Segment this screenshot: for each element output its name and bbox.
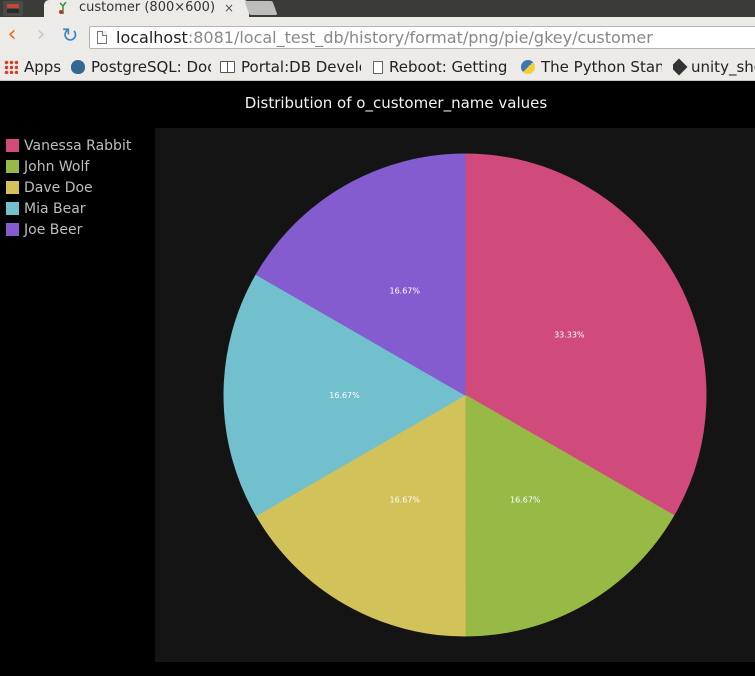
page-icon (373, 60, 383, 74)
forward-button[interactable]: › (30, 24, 52, 46)
bookmark-label: unity_sho (691, 58, 755, 76)
bookmark-unity[interactable]: unity_sho (673, 54, 755, 80)
bookmark-label: Reboot: Getting S (389, 58, 513, 76)
unity-icon (673, 58, 688, 76)
legend-label: Vanessa Rabbit (24, 137, 132, 154)
url-text: localhost:8081/local_test_db/history/for… (116, 28, 653, 47)
legend-item: John Wolf (6, 156, 131, 177)
browser-toolbar: ‹ › ↻ localhost:8081/local_test_db/histo… (0, 17, 755, 54)
slice-value-label: 16.67% (390, 495, 421, 504)
legend-item: Vanessa Rabbit (6, 135, 131, 156)
bookmark-portal-db[interactable]: Portal:DB Develo (220, 54, 361, 80)
tab-title: customer (800×600) (79, 0, 216, 15)
bookmark-postgresql[interactable]: PostgreSQL: Doc (71, 54, 211, 80)
postgresql-elephant-icon (71, 60, 85, 74)
tab-customer[interactable]: customer (800×600) × (44, 0, 249, 17)
legend-label: Mia Bear (24, 200, 86, 217)
new-tab-button[interactable] (244, 1, 278, 15)
slice-value-label: 33.33% (554, 331, 585, 340)
tab-close-icon[interactable]: × (224, 0, 234, 16)
legend-swatch (6, 160, 19, 173)
address-bar[interactable]: localhost:8081/local_test_db/history/for… (89, 26, 755, 49)
page-icon (97, 31, 107, 44)
bookmarks-bar: Apps PostgreSQL: Doc Portal:DB Develo Re… (0, 54, 755, 81)
bookmark-label: Apps (24, 58, 62, 76)
bookmark-label: The Python Stanc (541, 58, 662, 76)
legend-label: Dave Doe (24, 179, 93, 196)
bookmark-reboot[interactable]: Reboot: Getting S (373, 54, 513, 80)
pie-chart: 33.33% 16.67% 16.67% 16.67% 16.67% (223, 153, 707, 637)
plot-area: 33.33% 16.67% 16.67% 16.67% 16.67% (155, 128, 755, 662)
slice-value-label: 16.67% (329, 391, 360, 400)
reload-button[interactable]: ↻ (59, 24, 81, 46)
chart-legend: Vanessa Rabbit John Wolf Dave Doe Mia Be… (6, 135, 131, 240)
book-icon (220, 61, 235, 73)
favicon-icon (59, 2, 67, 14)
legend-item: Joe Beer (6, 219, 131, 240)
browser-menu-icon[interactable] (3, 1, 23, 16)
bookmark-apps[interactable]: Apps (4, 54, 64, 80)
legend-swatch (6, 202, 19, 215)
page-content: Distribution of o_customer_name values V… (0, 82, 755, 676)
bookmark-label: PostgreSQL: Doc (91, 58, 211, 76)
slice-value-label: 16.67% (510, 495, 541, 504)
legend-label: Joe Beer (24, 221, 83, 238)
bookmark-python[interactable]: The Python Stanc (521, 54, 662, 80)
legend-item: Dave Doe (6, 177, 131, 198)
legend-swatch (6, 223, 19, 236)
legend-item: Mia Bear (6, 198, 131, 219)
back-button[interactable]: ‹ (1, 24, 23, 46)
slice-value-label: 16.67% (389, 287, 420, 296)
legend-swatch (6, 181, 19, 194)
python-icon (521, 60, 535, 74)
chart-title: Distribution of o_customer_name values (244, 94, 548, 112)
bookmark-label: Portal:DB Develo (241, 58, 361, 76)
tab-strip: customer (800×600) × (0, 0, 755, 17)
legend-label: John Wolf (24, 158, 90, 175)
legend-swatch (6, 139, 19, 152)
apps-grid-icon (4, 60, 18, 74)
